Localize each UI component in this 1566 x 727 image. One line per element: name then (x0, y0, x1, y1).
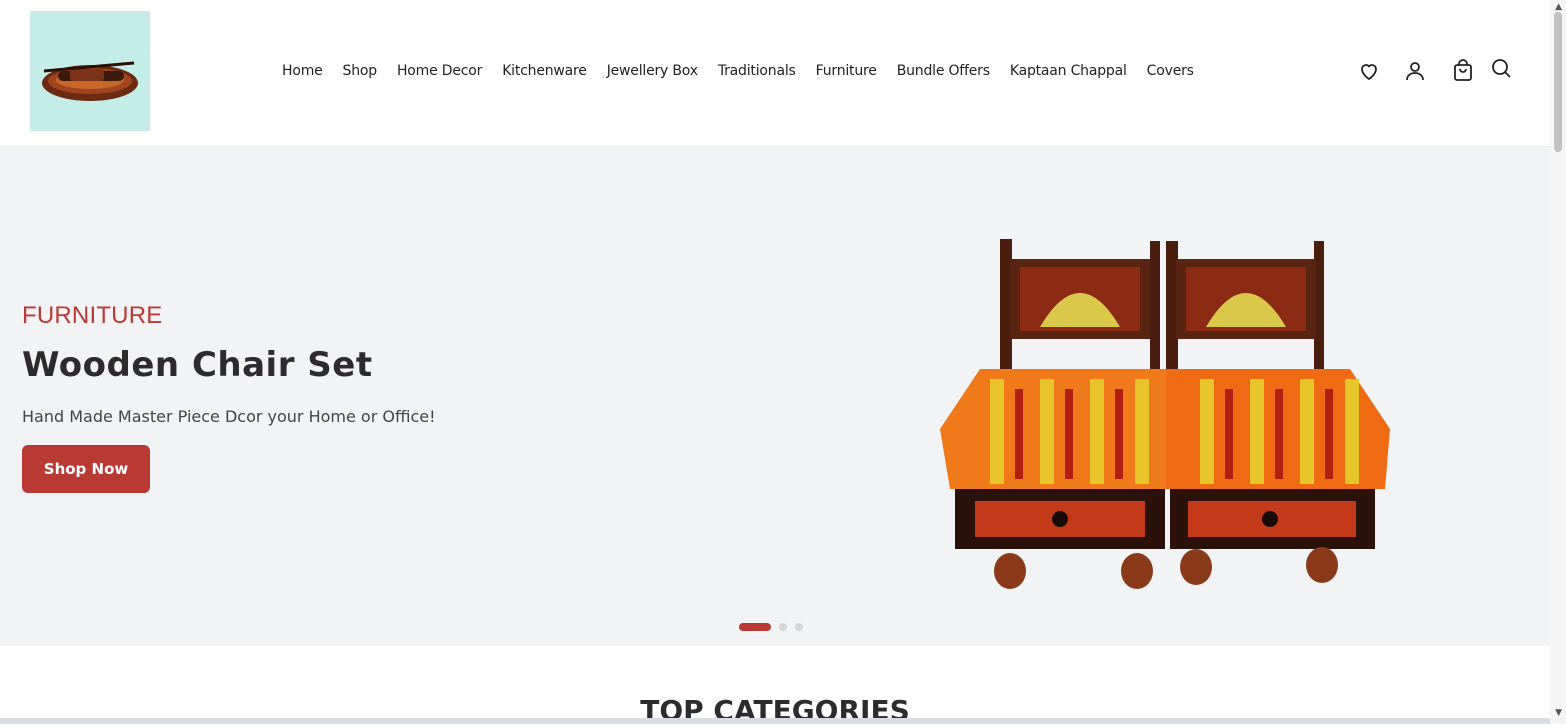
nav-bundle-offers[interactable]: Bundle Offers (887, 63, 1000, 79)
nav-kaptaan-chappal[interactable]: Kaptaan Chappal (1000, 63, 1137, 79)
horizontal-scrollbar[interactable] (0, 718, 1550, 724)
cart-icon[interactable] (1451, 59, 1475, 83)
shop-now-button[interactable]: Shop Now (22, 445, 150, 493)
scroll-down-arrow-icon[interactable]: ▼ (1555, 708, 1562, 718)
hero-category: FURNITURE (22, 302, 163, 329)
main-nav: Home Shop Home Decor Kitchenware Jewelle… (272, 58, 1204, 84)
nav-home-decor[interactable]: Home Decor (387, 63, 492, 79)
nav-furniture[interactable]: Furniture (806, 63, 887, 79)
logo-image (42, 61, 138, 101)
slider-dot-2[interactable] (779, 623, 787, 631)
nav-traditionals[interactable]: Traditionals (708, 63, 806, 79)
site-header: Home Shop Home Decor Kitchenware Jewelle… (0, 0, 1550, 147)
nav-covers[interactable]: Covers (1137, 63, 1204, 79)
nav-jewellery-box[interactable]: Jewellery Box (597, 63, 708, 79)
hero-subtitle: Hand Made Master Piece Dcor your Home or… (22, 407, 436, 426)
scrollbar-thumb[interactable] (1554, 12, 1562, 152)
hero-title: Wooden Chair Set (22, 345, 373, 385)
slider-dot-3[interactable] (795, 623, 803, 631)
slider-dot-1[interactable] (739, 623, 771, 631)
chair-set-image (940, 239, 1390, 589)
nav-shop[interactable]: Shop (333, 63, 387, 79)
nav-kitchenware[interactable]: Kitchenware (492, 63, 597, 79)
heart-icon[interactable] (1357, 59, 1381, 83)
slider-dots (739, 623, 811, 631)
vertical-scrollbar[interactable]: ▲ ▼ (1550, 0, 1566, 724)
search-icon[interactable] (1489, 56, 1513, 80)
hero-slider: FURNITURE Wooden Chair Set Hand Made Mas… (0, 147, 1550, 646)
user-icon[interactable] (1403, 59, 1427, 83)
site-logo[interactable] (30, 11, 150, 131)
nav-home[interactable]: Home (272, 63, 333, 79)
scroll-up-arrow-icon[interactable]: ▲ (1555, 2, 1562, 12)
